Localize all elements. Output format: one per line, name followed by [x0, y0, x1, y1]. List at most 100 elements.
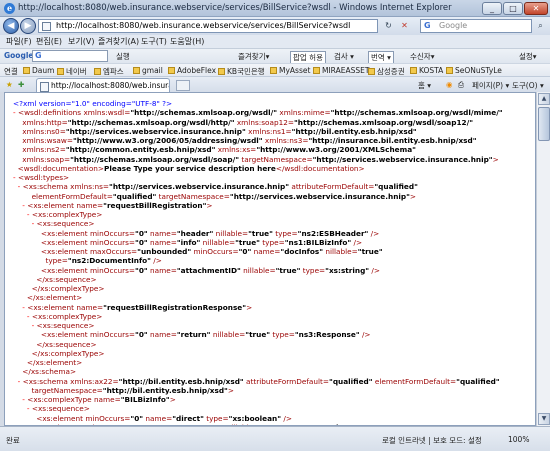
status-bar: 완료 로컬 인트라넷 | 보호 모드: 설정 100%	[0, 426, 550, 451]
xml-token: />	[351, 237, 363, 247]
menu-help[interactable]: 도움말(H)	[170, 36, 204, 47]
xml-line: <xs:element minOccurs="0" name="attachme…	[13, 266, 503, 275]
xml-token	[13, 201, 22, 210]
home-button[interactable]: 홈 ▾	[418, 80, 431, 91]
google-bookmarks-button[interactable]: 즐겨찾기▾	[238, 51, 269, 62]
menu-tools[interactable]: 도구(T)	[141, 36, 167, 47]
stop-button[interactable]: ✕	[398, 20, 411, 32]
close-button[interactable]: ✕	[524, 2, 548, 15]
menu-bar: 파일(F) 편집(E) 보기(V) 즐겨찾기(A) 도구(T) 도움말(H)	[0, 35, 550, 48]
link-daum[interactable]: Daum	[23, 66, 54, 75]
favorites-star-icon[interactable]: ★	[6, 80, 13, 89]
favicon-icon	[133, 67, 140, 74]
xml-line: - <xs:element name="requestBillRegistrat…	[13, 201, 503, 210]
xml-token: "http://insurance.bil.entity.esb.hnip/xs…	[308, 136, 477, 145]
xml-token	[13, 303, 22, 312]
xml-token: "http://schemas.xmlsoap.org/wsdl/soap12/…	[293, 117, 474, 127]
link-myasset[interactable]: MyAsset	[270, 66, 310, 75]
xml-token: <xs:sequence>	[31, 404, 90, 414]
link-label: KB국민은행	[227, 67, 265, 76]
forward-button[interactable]: ▶	[20, 18, 36, 34]
zoom-level[interactable]: 100%	[508, 435, 529, 444]
xml-token: xmlns:http=	[22, 117, 68, 127]
xml-line: - <xs:complexType>	[13, 210, 503, 219]
xml-token: "qualified"	[374, 182, 418, 192]
add-favorites-icon[interactable]: ✚	[18, 80, 24, 89]
google-check-button[interactable]: 검사 ▾	[334, 51, 354, 62]
feeds-icon[interactable]: ◉	[446, 80, 453, 89]
menu-favorites[interactable]: 즐겨찾기(A)	[98, 36, 139, 47]
link-kosta[interactable]: KOSTA	[410, 66, 443, 75]
scroll-down-button[interactable]: ▼	[538, 413, 550, 425]
xml-token: nillable=	[323, 247, 358, 256]
xml-token: "http://services.webservice.insurance.hn…	[65, 126, 246, 136]
xml-token: "0"	[135, 228, 148, 238]
menu-edit[interactable]: 편집(E)	[36, 36, 62, 47]
xml-token: "info"	[176, 237, 201, 247]
menu-file[interactable]: 파일(F)	[6, 36, 32, 47]
refresh-button[interactable]: ↻	[382, 20, 395, 32]
address-bar[interactable]: http://localhost:8080/web.insurance.webs…	[38, 19, 378, 33]
tools-menu-button[interactable]: 도구(O) ▾	[512, 80, 544, 91]
xml-token: >	[492, 154, 499, 164]
xml-token	[13, 145, 22, 154]
xml-line: <xs:element minOccurs="0" name="info" ni…	[13, 238, 503, 247]
link-adobeflex[interactable]: AdobeFlex	[168, 66, 216, 75]
xml-token: "xs:boolean"	[228, 413, 282, 423]
xml-token: minOccurs=	[89, 330, 136, 340]
xml-token: elementFormDefault=	[31, 191, 113, 201]
xml-token: "http://services.webservice.insurance.hn…	[109, 182, 290, 192]
google-run-button[interactable]: 실행	[116, 51, 130, 62]
xml-token: "qualified"	[456, 376, 500, 386]
xml-token: "true"	[248, 228, 273, 238]
link-label: gmail	[142, 66, 163, 75]
google-settings-button[interactable]: 설정▾	[519, 51, 537, 62]
xml-token: "http://bil.entity.esb.hnip/xsd"	[102, 385, 228, 395]
xml-token: "http://schemas.xmlsoap.org/wsdl/http/"	[67, 117, 235, 127]
xml-token: />	[281, 413, 292, 423]
xml-token: xmlns:ns1=	[245, 126, 292, 136]
xml-line: type="ns2:DocumentInfo" />	[13, 256, 503, 265]
xml-token: "http://bil.entity.esb.hnip/xsd"	[291, 126, 417, 136]
xml-token	[13, 118, 22, 127]
xml-token: nillable=	[210, 330, 246, 340]
xml-token: name=	[147, 228, 177, 238]
minimize-button[interactable]: _	[482, 2, 502, 15]
back-button[interactable]: ◀	[3, 18, 19, 34]
xml-token	[13, 312, 27, 321]
menu-view[interactable]: 보기(V)	[68, 36, 94, 47]
xml-token: type=	[300, 265, 326, 275]
xml-token: </xs:sequence>	[36, 274, 97, 284]
scroll-up-button[interactable]: ▲	[538, 93, 550, 105]
vertical-scrollbar[interactable]: ▲ ▼	[536, 92, 550, 426]
xml-token: minOccurs=	[85, 413, 131, 423]
xml-token: <xs:element	[40, 247, 90, 256]
xml-line: - <xs:sequence>	[13, 321, 503, 330]
print-icon[interactable]: ⎙	[458, 80, 464, 90]
link-gmail[interactable]: gmail	[133, 66, 163, 75]
tab-active[interactable]: http://localhost:8080/web.insurance.webs…	[36, 78, 170, 93]
xml-token: xmlns:mime=	[277, 108, 331, 118]
search-input[interactable]: G Google	[420, 19, 532, 33]
xml-line: </xs:sequence>	[13, 275, 503, 284]
link-label: MyAsset	[279, 66, 311, 75]
link-miraeasset[interactable]: MIRAEASSET	[313, 66, 369, 75]
xml-token	[13, 330, 41, 339]
xml-line: - <xs:complexType name="BILBizInfo">	[13, 395, 503, 404]
maximize-button[interactable]: □	[503, 2, 523, 15]
google-toolbar-search-input[interactable]: G	[32, 50, 108, 62]
xml-token: "xs:string"	[325, 265, 370, 275]
link-seonustyle[interactable]: SeONuSTyLe	[446, 66, 502, 75]
xml-token	[13, 404, 27, 413]
new-tab-button[interactable]	[176, 80, 190, 91]
link-label: 엠파스	[103, 67, 124, 76]
google-toolbar-logo[interactable]: Google	[4, 51, 34, 60]
search-icon[interactable]: ⌕	[534, 20, 547, 32]
page-menu-button[interactable]: 페이지(P) ▾	[472, 80, 509, 91]
recipient-button[interactable]: 수신자▾	[410, 51, 434, 62]
scroll-thumb[interactable]	[538, 107, 550, 141]
xml-viewer: <?xml version="1.0" encoding="UTF-8" ?> -…	[4, 92, 536, 426]
xml-token: type=	[45, 256, 68, 266]
favicon-icon	[270, 67, 277, 74]
xml-token: minOccurs=	[191, 247, 239, 256]
